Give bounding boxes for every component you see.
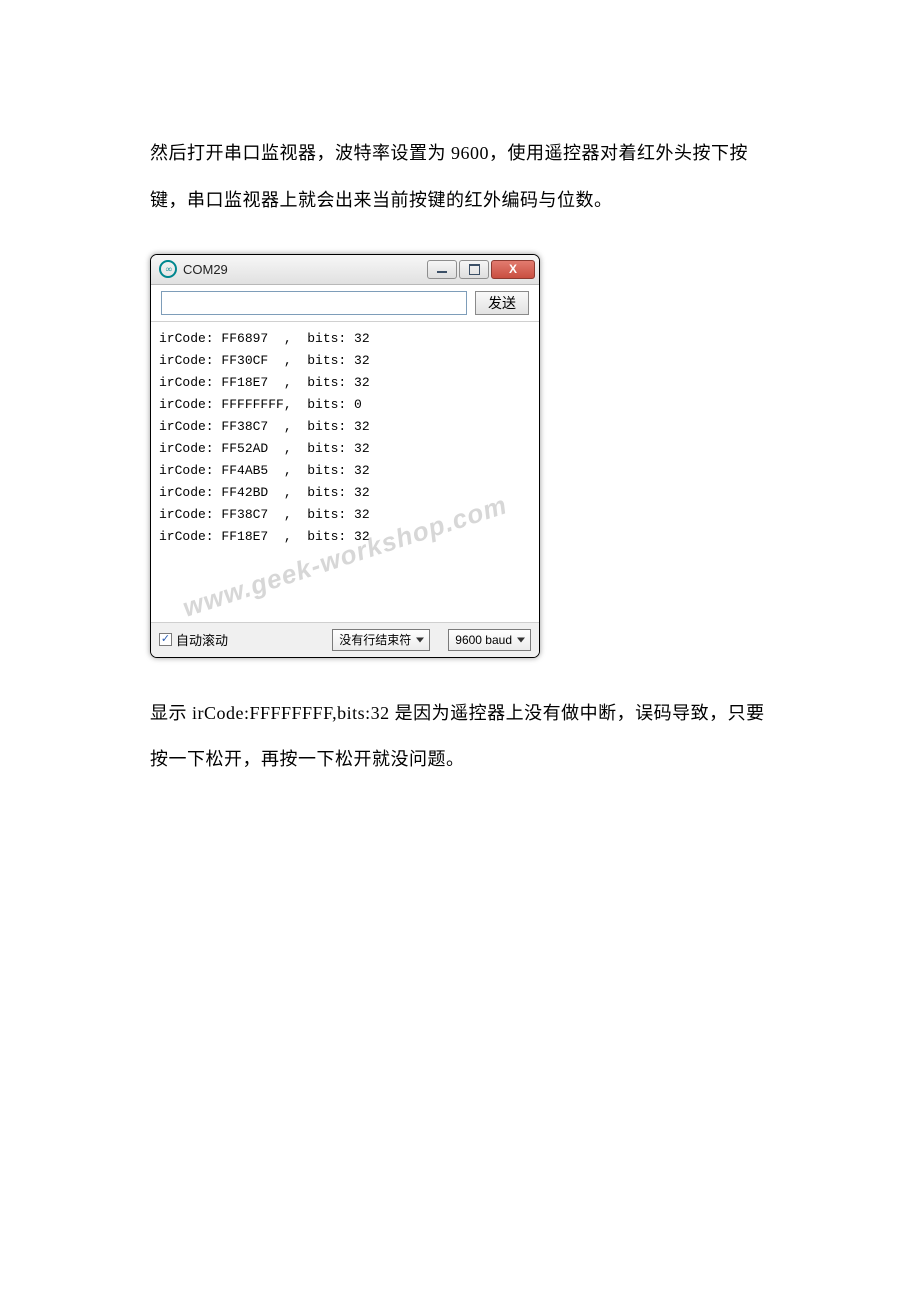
output-wrapper: irCode: FF6897 , bits: 32 irCode: FF30CF…	[151, 322, 539, 622]
arduino-icon: ∞	[159, 260, 177, 278]
serial-monitor-window: ∞ COM29 X 发送 irCode: FF6897 , bits: 32 i…	[150, 254, 540, 658]
window-title: COM29	[183, 262, 427, 277]
serial-output: irCode: FF6897 , bits: 32 irCode: FF30CF…	[151, 322, 539, 622]
window-controls: X	[427, 260, 535, 279]
serial-footer: ✓ 自动滚动 没有行结束符 9600 baud	[151, 622, 539, 657]
maximize-button[interactable]	[459, 260, 489, 279]
explanation-paragraph: 显示 irCode:FFFFFFFF,bits:32 是因为遥控器上没有做中断，…	[150, 690, 770, 784]
baud-select[interactable]: 9600 baud	[448, 629, 531, 651]
line-ending-value: 没有行结束符	[339, 631, 411, 648]
intro-paragraph: 然后打开串口监视器，波特率设置为 9600，使用遥控器对着红外头按下按键，串口监…	[150, 130, 770, 224]
serial-input[interactable]	[161, 291, 467, 315]
titlebar[interactable]: ∞ COM29 X	[151, 255, 539, 285]
autoscroll-checkbox[interactable]: ✓ 自动滚动	[159, 630, 228, 649]
minimize-button[interactable]	[427, 260, 457, 279]
baud-value: 9600 baud	[455, 633, 512, 647]
send-button[interactable]: 发送	[475, 291, 529, 315]
line-ending-select[interactable]: 没有行结束符	[332, 629, 430, 651]
send-row: 发送	[151, 285, 539, 322]
close-button[interactable]: X	[491, 260, 535, 279]
autoscroll-label: 自动滚动	[176, 630, 228, 649]
checkbox-icon: ✓	[159, 633, 172, 646]
